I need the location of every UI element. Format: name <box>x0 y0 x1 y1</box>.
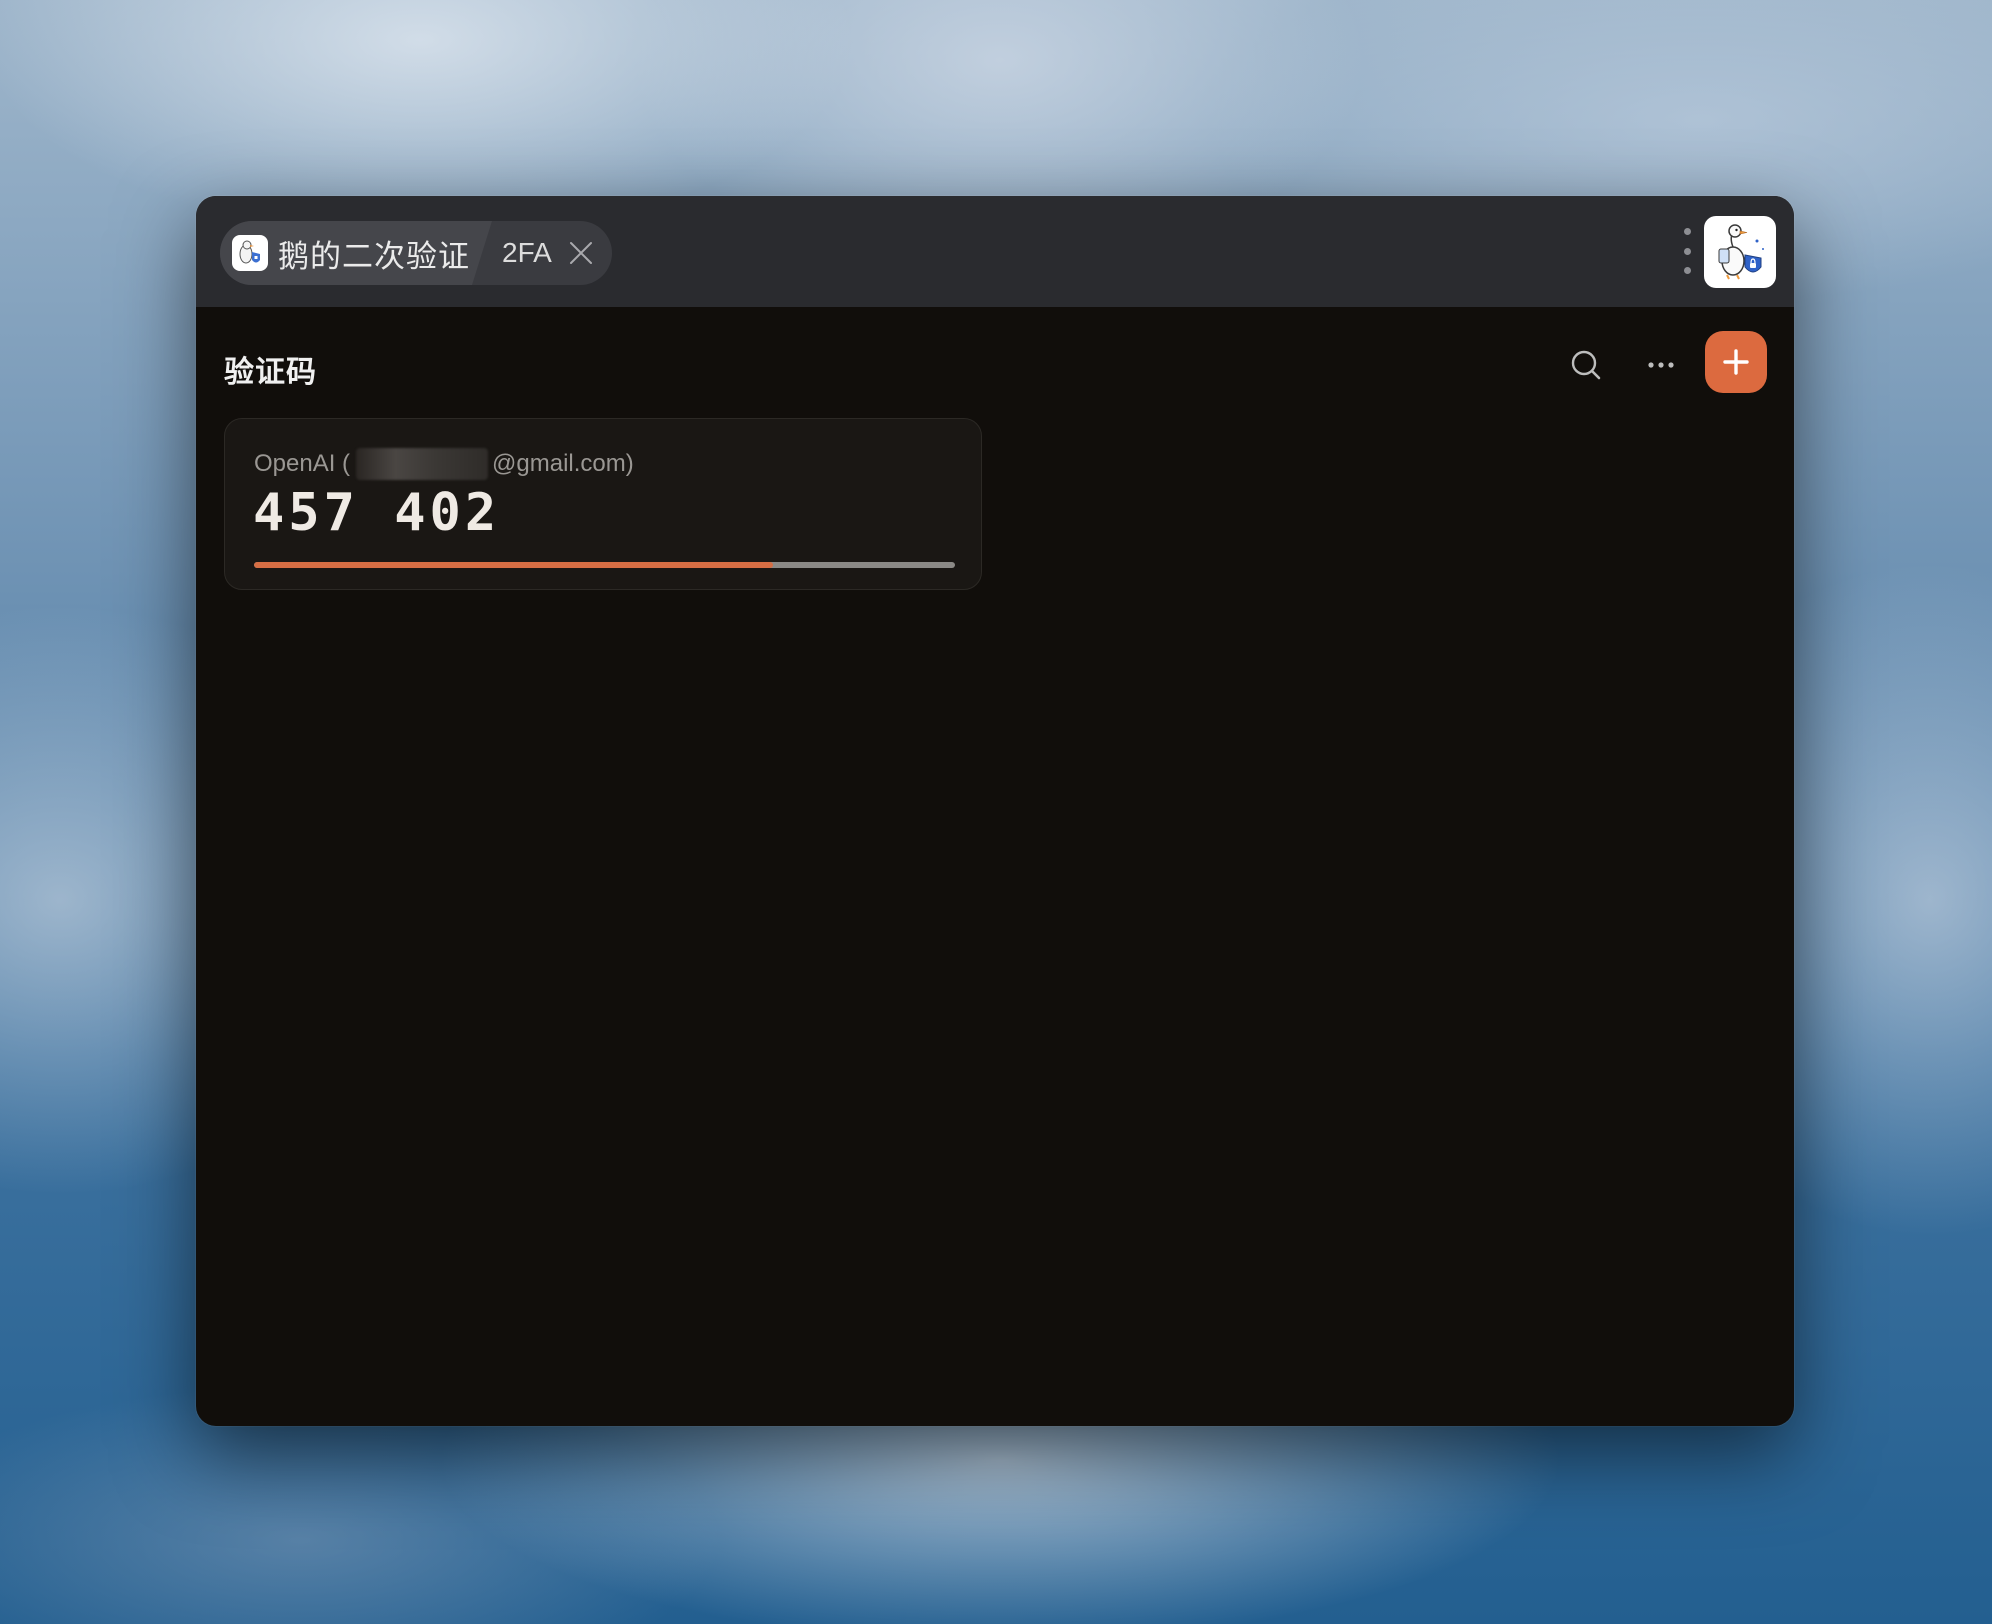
otp-code[interactable]: 457 402 <box>253 483 500 543</box>
app-icon <box>232 235 268 271</box>
account-email-domain: @gmail.com) <box>492 450 634 477</box>
otp-card[interactable]: OpenAI ( @gmail.com) 457 402 <box>224 418 982 590</box>
account-label: OpenAI ( @gmail.com) <box>254 448 634 480</box>
title-bar: 鹅的二次验证 2FA <box>196 196 1794 307</box>
main-content: 验证码 OpenAI ( @gmail.com) 457 402 <box>196 307 1794 1426</box>
add-account-button[interactable] <box>1705 331 1767 393</box>
account-issuer: OpenAI ( <box>254 450 351 477</box>
kebab-menu-icon[interactable] <box>1680 228 1694 274</box>
close-icon[interactable] <box>568 240 594 266</box>
more-horizontal-icon[interactable] <box>1641 345 1681 385</box>
tab-2fa-label: 2FA <box>502 237 552 268</box>
tab-app-label: 鹅的二次验证 <box>278 238 470 274</box>
countdown-progress-bar <box>254 562 955 568</box>
countdown-progress-fill <box>254 562 773 568</box>
redacted-email-username <box>356 448 489 480</box>
tab-group: 鹅的二次验证 2FA <box>220 221 612 285</box>
avatar[interactable] <box>1704 216 1776 288</box>
plus-icon <box>1723 349 1749 375</box>
page-title: 验证码 <box>224 356 317 389</box>
tab-app[interactable]: 鹅的二次验证 <box>220 221 492 285</box>
app-window: 鹅的二次验证 2FA 验证码 OpenAI (@gmail.com) 457 … <box>196 196 1794 1426</box>
tab-2fa[interactable]: 2FA <box>492 221 612 285</box>
search-icon[interactable] <box>1566 345 1606 385</box>
